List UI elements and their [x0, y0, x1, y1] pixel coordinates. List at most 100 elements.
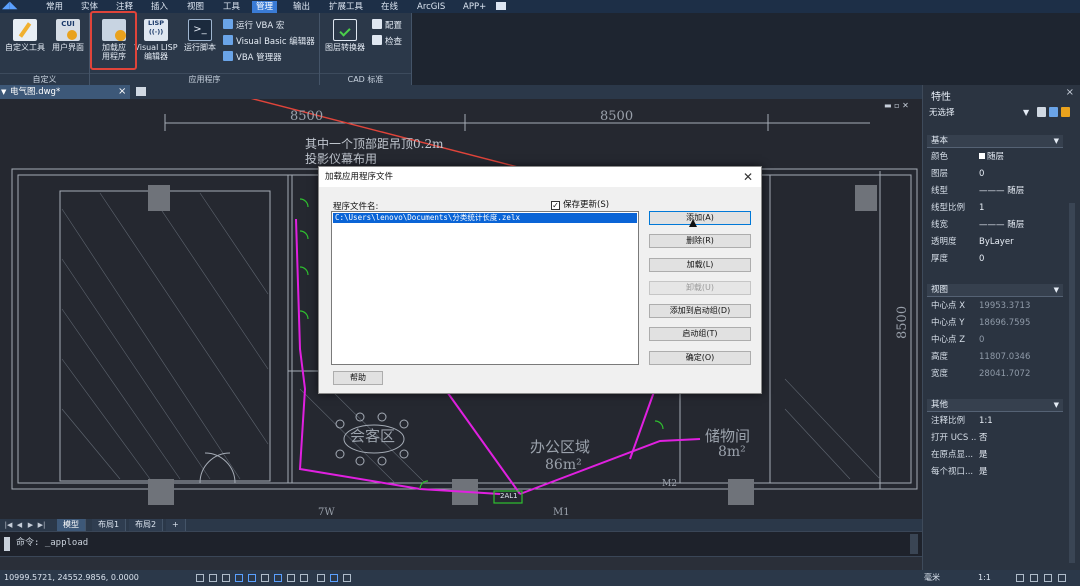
properties-close-icon[interactable]: × [1066, 87, 1074, 98]
fullscreen-icon[interactable] [1058, 574, 1066, 582]
prop-row[interactable]: 颜色 随层 [927, 149, 1063, 166]
isolate-icon[interactable] [1044, 574, 1052, 582]
run-vba-macro-button[interactable]: 运行 VBA 宏 [223, 19, 284, 33]
visual-lisp-editor-button[interactable]: LISP ((·)) Visual LISP 编辑器 [132, 17, 180, 61]
last-layout-icon[interactable]: ▶| [37, 520, 46, 530]
menu-manage[interactable]: 管理 [252, 1, 278, 13]
next-layout-icon[interactable]: ▶ [26, 520, 35, 530]
program-file-list[interactable]: C:\Users\lenovo\Documents\分类统计长度.zelx [331, 211, 639, 365]
dyn-input-icon[interactable] [287, 574, 295, 582]
menu-online[interactable]: 在线 [377, 1, 402, 13]
prop-row[interactable]: 图层 0 [927, 166, 1063, 183]
document-menu-icon[interactable]: ▼ [1, 85, 6, 99]
units-display[interactable]: 毫米 [924, 570, 940, 586]
run-script-button[interactable]: >_ 运行脚本 [180, 17, 220, 52]
selection-cycle-icon[interactable] [330, 574, 338, 582]
snap-icon[interactable] [222, 574, 230, 582]
add-to-startup-button[interactable]: 添加到启动组(D) [649, 304, 751, 318]
check-button[interactable]: 检查 [372, 35, 402, 49]
help-button[interactable]: 帮助 [333, 371, 383, 385]
remove-button[interactable]: 删除(R) [649, 234, 751, 248]
document-tab[interactable]: ▼ 电气图.dwg* [0, 85, 130, 99]
add-button[interactable]: 添加(A) [649, 211, 751, 225]
menu-app-plus[interactable]: APP+ [459, 1, 490, 13]
menu-insert[interactable]: 插入 [147, 1, 172, 13]
document-tab-bar: ▼ 电气图.dwg* × [0, 85, 922, 99]
prop-row[interactable]: 中心点 Z0 [927, 332, 1063, 349]
app-logo-icon[interactable]: ◢◣ [2, 0, 28, 13]
prop-row[interactable]: 宽度 28041.7072 [927, 366, 1063, 383]
section-other[interactable]: 其他 ▼ [927, 399, 1063, 412]
lisp-icon: LISP ((·)) [144, 19, 168, 41]
vba-manager-button[interactable]: VBA 管理器 [223, 51, 282, 65]
chevron-down-icon[interactable]: ▼ [1023, 106, 1029, 120]
document-close-icon[interactable]: × [118, 85, 126, 99]
prop-row[interactable]: 在原点显... 是 [927, 447, 1063, 464]
prop-row[interactable]: 中心点 Y 18696.7595 [927, 315, 1063, 332]
quick-select-icon[interactable] [1037, 107, 1046, 117]
menu-view[interactable]: 视图 [183, 1, 208, 13]
prop-row[interactable]: 每个视口... 是 [927, 464, 1063, 481]
prop-row[interactable]: 线宽 ——— 随层 [927, 217, 1063, 234]
grid-icon[interactable] [209, 574, 217, 582]
custom-tools-button[interactable]: 自定义工具 [4, 17, 46, 52]
command-scrollbar[interactable] [910, 534, 918, 554]
layer-converter-button[interactable]: 图层转换器 [322, 17, 368, 52]
user-interface-button[interactable]: CUI 用户界面 [48, 17, 88, 52]
tab-layout1[interactable]: 布局1 [92, 519, 127, 531]
menu-expand-icon[interactable] [496, 2, 506, 10]
model-space-icon[interactable] [196, 574, 204, 582]
menu-common[interactable]: 常用 [42, 1, 67, 13]
annotation-icon[interactable] [343, 574, 351, 582]
menu-extensions[interactable]: 扩展工具 [325, 1, 367, 13]
select-objects-icon[interactable] [1049, 107, 1058, 117]
otrack-icon[interactable] [274, 574, 282, 582]
room-meeting: 会客区 [350, 427, 396, 445]
tab-model[interactable]: 模型 [57, 519, 86, 531]
prop-row[interactable]: 线型比例 1 [927, 200, 1063, 217]
save-updates-checkbox[interactable]: ✓ 保存更新(S) [551, 198, 609, 210]
prop-row[interactable]: 线型 ——— 随层 [927, 183, 1063, 200]
vba-manager-icon [223, 51, 233, 61]
ok-button[interactable]: 确定(O) [649, 351, 751, 365]
ortho-icon[interactable] [235, 574, 243, 582]
prop-row[interactable]: 注释比例 1:1 [927, 413, 1063, 430]
dialog-close-icon[interactable]: ✕ [743, 167, 753, 187]
prop-row[interactable]: 打开 UCS ... 否 [927, 430, 1063, 447]
config-button[interactable]: 配置 [372, 19, 402, 33]
polar-icon[interactable] [248, 574, 256, 582]
first-layout-icon[interactable]: |◀ [4, 520, 13, 530]
new-document-icon[interactable] [136, 87, 146, 96]
prev-layout-icon[interactable]: ◀ [15, 520, 24, 530]
load-button[interactable]: 加载(L) [649, 258, 751, 272]
workspace-icon[interactable] [1016, 574, 1024, 582]
lock-icon[interactable] [1030, 574, 1038, 582]
tab-add-layout[interactable]: + [166, 519, 186, 531]
osnap-icon[interactable] [261, 574, 269, 582]
viewport-controls[interactable]: ▬ ▫ ✕ [884, 102, 918, 110]
prop-row[interactable]: 厚度 0 [927, 251, 1063, 268]
ribbon: 自定义工具 CUI 用户界面 自定义 加载应 用程序 LISP ((·)) Vis… [0, 13, 1080, 85]
check-icon [372, 35, 382, 45]
vb-editor-button[interactable]: Visual Basic 编辑器 [223, 35, 315, 49]
menu-output[interactable]: 输出 [289, 1, 314, 13]
section-basic[interactable]: 基本 ▼ [927, 135, 1063, 148]
prop-row[interactable]: 高度 11807.0346 [927, 349, 1063, 366]
annotation-scale[interactable]: 1:1 [978, 570, 991, 586]
lineweight-icon[interactable] [300, 574, 308, 582]
pickadd-icon[interactable] [1061, 107, 1070, 117]
menu-arcgis[interactable]: ArcGIS [413, 1, 449, 13]
prop-row[interactable]: 透明度 ByLayer [927, 234, 1063, 251]
command-input[interactable] [0, 556, 922, 571]
startup-suite-button[interactable]: 启动组(T) [649, 327, 751, 341]
menu-tools[interactable]: 工具 [219, 1, 244, 13]
prop-row[interactable]: 中心点 X 19953.3713 [927, 298, 1063, 315]
transparency-icon[interactable] [317, 574, 325, 582]
unload-button[interactable]: 卸载(U) [649, 281, 751, 295]
section-view[interactable]: 视图 ▼ [927, 284, 1063, 297]
checkbox-check-icon: ✓ [551, 201, 560, 210]
ribbon-group-custom: 自定义工具 CUI 用户界面 自定义 [0, 13, 90, 85]
properties-scrollbar[interactable] [1069, 203, 1075, 563]
list-item[interactable]: C:\Users\lenovo\Documents\分类统计长度.zelx [333, 213, 637, 223]
tab-layout2[interactable]: 布局2 [129, 519, 164, 531]
